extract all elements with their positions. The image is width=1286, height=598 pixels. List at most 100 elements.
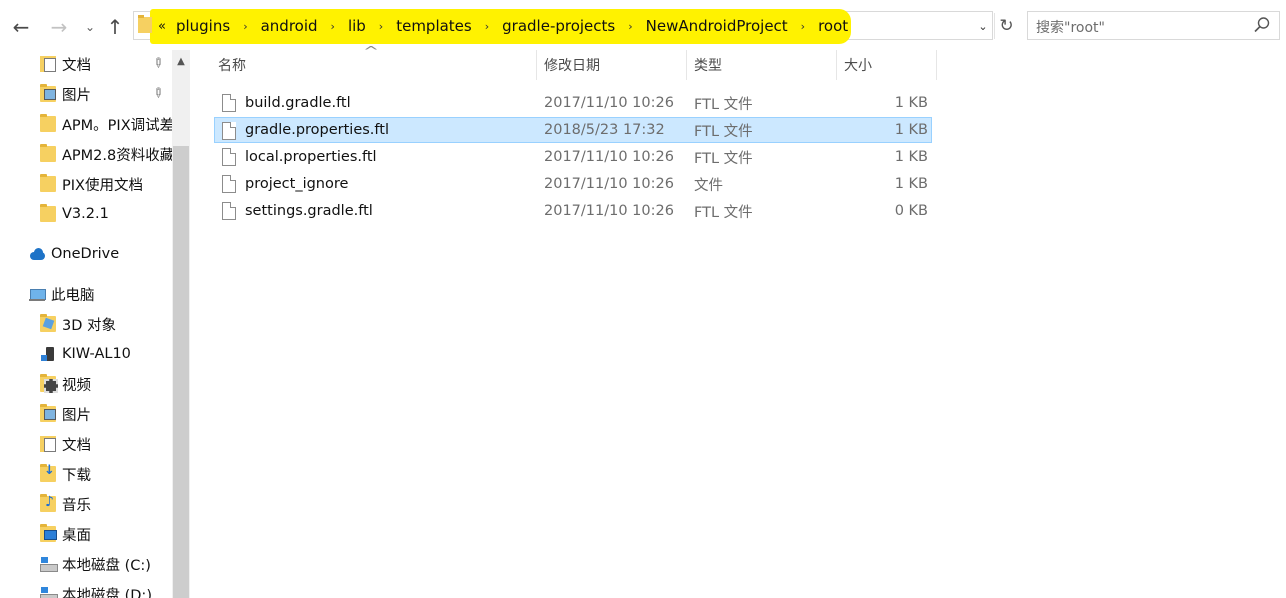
nav-item-label: 下载 xyxy=(62,467,91,484)
breadcrumb: « plugins › android › lib › templates › … xyxy=(156,14,848,38)
nav-item-label: 图片 xyxy=(62,407,91,424)
file-name: project_ignore xyxy=(245,176,349,192)
nav-item-apm28[interactable]: APM2.8资料收藏 xyxy=(40,142,172,166)
recent-locations-button[interactable]: ⌄ xyxy=(80,14,100,40)
file-row-selected[interactable]: gradle.properties.ftl 2018/5/23 17:32 FT… xyxy=(214,117,932,143)
file-row[interactable]: settings.gradle.ftl 2017/11/10 10:26 FTL… xyxy=(214,198,932,224)
address-history-button[interactable]: ⌄ xyxy=(974,17,992,35)
file-date: 2018/5/23 17:32 xyxy=(544,122,665,138)
nav-item-label: 3D 对象 xyxy=(62,317,116,334)
downloads-icon xyxy=(40,463,56,482)
pictures-icon xyxy=(40,404,56,422)
nav-item-label: 文档 xyxy=(62,57,91,74)
nav-item-desktop[interactable]: 桌面 xyxy=(40,522,172,546)
nav-item-drive-d[interactable]: 本地磁盘 (D:) xyxy=(40,582,172,598)
chevron-right-icon[interactable]: › xyxy=(628,20,632,33)
chevron-up-icon: ▲ xyxy=(177,55,185,67)
chevron-right-icon[interactable]: › xyxy=(331,20,335,33)
chevron-right-icon[interactable]: › xyxy=(243,20,247,33)
file-date: 2017/11/10 10:26 xyxy=(544,176,674,192)
breadcrumb-templates[interactable]: templates xyxy=(396,17,472,35)
file-icon xyxy=(222,144,236,170)
scrollbar-thumb[interactable] xyxy=(173,146,189,598)
file-size: 0 KB xyxy=(894,203,928,219)
nav-item-documents[interactable]: 文档 xyxy=(40,432,172,456)
breadcrumb-plugins[interactable]: plugins xyxy=(176,17,230,35)
search-placeholder: 搜索"root" xyxy=(1036,20,1105,36)
nav-item-pictures[interactable]: 图片 xyxy=(40,402,172,426)
drive-icon xyxy=(40,556,58,572)
up-button[interactable]: ↑ xyxy=(102,14,128,40)
file-icon xyxy=(222,118,236,144)
nav-item-videos[interactable]: 视频 xyxy=(40,372,172,396)
column-divider[interactable] xyxy=(536,50,537,80)
file-type: FTL 文件 xyxy=(694,123,753,140)
nav-item-kiw-al10[interactable]: KIW-AL10 xyxy=(40,342,172,366)
breadcrumb-lib[interactable]: lib xyxy=(348,17,366,35)
scroll-up-button[interactable]: ▲ xyxy=(172,52,190,70)
file-date: 2017/11/10 10:26 xyxy=(544,203,674,219)
breadcrumb-gradle-projects[interactable]: gradle-projects xyxy=(502,17,615,35)
file-name: settings.gradle.ftl xyxy=(245,203,373,219)
file-size: 1 KB xyxy=(894,95,928,111)
chevron-right-icon[interactable]: › xyxy=(801,20,805,33)
nav-item-label: V3.2.1 xyxy=(62,206,109,222)
file-icon xyxy=(222,198,236,224)
this-pc-icon xyxy=(29,286,46,302)
navigation-bar: ← → ⌄ ↑ « plugins › android › lib › temp… xyxy=(0,0,1286,52)
column-divider[interactable] xyxy=(936,50,937,80)
nav-pane-scrollbar[interactable]: ▲ xyxy=(172,50,190,598)
column-divider[interactable] xyxy=(686,50,687,80)
nav-item-label: 音乐 xyxy=(62,497,91,514)
nav-item-pix-docs[interactable]: PIX使用文档 xyxy=(40,172,172,196)
nav-item-this-pc[interactable]: 此电脑 xyxy=(29,282,172,306)
phone-icon xyxy=(40,346,56,362)
nav-item-label: PIX使用文档 xyxy=(62,177,143,194)
arrow-right-icon: → xyxy=(50,15,68,39)
column-header-size[interactable]: 大小 xyxy=(838,50,934,80)
file-icon xyxy=(222,171,236,197)
nav-item-label: APM2.8资料收藏 xyxy=(62,147,172,164)
column-divider[interactable] xyxy=(836,50,837,80)
breadcrumb-newandroidproject[interactable]: NewAndroidProject xyxy=(646,17,788,35)
navigation-pane: 文档 ✎ 图片 ✎ APM。PIX调试差 APM2.8资料收藏 PIX使用文档 … xyxy=(0,50,190,598)
back-button[interactable]: ← xyxy=(6,14,36,40)
search-icon xyxy=(1254,17,1270,33)
file-row[interactable]: local.properties.ftl 2017/11/10 10:26 FT… xyxy=(214,144,932,170)
nav-item-v321[interactable]: V3.2.1 xyxy=(40,202,172,226)
nav-item-label: KIW-AL10 xyxy=(62,346,131,362)
folder-icon xyxy=(40,174,56,192)
column-header-type[interactable]: 类型 xyxy=(688,50,836,80)
chevron-right-icon[interactable]: › xyxy=(485,20,489,33)
documents-icon xyxy=(40,56,56,72)
nav-item-onedrive[interactable]: OneDrive xyxy=(29,242,172,266)
column-header-date[interactable]: 修改日期 xyxy=(538,50,686,80)
desktop-icon xyxy=(40,524,57,542)
file-type: 文件 xyxy=(694,177,723,194)
folder-icon xyxy=(40,144,56,162)
refresh-button[interactable]: ↻ xyxy=(994,13,1018,39)
file-size: 1 KB xyxy=(894,122,928,138)
file-row[interactable]: build.gradle.ftl 2017/11/10 10:26 FTL 文件… xyxy=(214,90,932,116)
breadcrumb-root[interactable]: root xyxy=(818,17,848,35)
file-row[interactable]: project_ignore 2017/11/10 10:26 文件 1 KB xyxy=(214,171,932,197)
nav-item-3d-objects[interactable]: 3D 对象 xyxy=(40,312,172,336)
chevron-right-icon[interactable]: › xyxy=(379,20,383,33)
forward-button[interactable]: → xyxy=(44,14,74,40)
search-input[interactable]: 搜索"root" xyxy=(1027,11,1280,40)
nav-item-music[interactable]: 音乐 xyxy=(40,492,172,516)
nav-item-drive-c[interactable]: 本地磁盘 (C:) xyxy=(40,552,172,576)
file-type: FTL 文件 xyxy=(694,150,753,167)
file-date: 2017/11/10 10:26 xyxy=(544,149,674,165)
arrow-up-icon: ↑ xyxy=(106,15,124,39)
nav-item-apm-pix[interactable]: APM。PIX调试差 xyxy=(40,112,172,136)
file-type: FTL 文件 xyxy=(694,204,753,221)
arrow-left-icon: ← xyxy=(12,15,30,39)
3d-objects-icon xyxy=(40,314,56,332)
nav-item-downloads[interactable]: 下载 xyxy=(40,462,172,486)
breadcrumb-overflow-button[interactable]: « xyxy=(158,19,166,34)
breadcrumb-android[interactable]: android xyxy=(261,17,318,35)
onedrive-icon xyxy=(29,246,45,262)
column-header-name[interactable]: 名称 xyxy=(212,50,536,80)
file-type: FTL 文件 xyxy=(694,96,753,113)
